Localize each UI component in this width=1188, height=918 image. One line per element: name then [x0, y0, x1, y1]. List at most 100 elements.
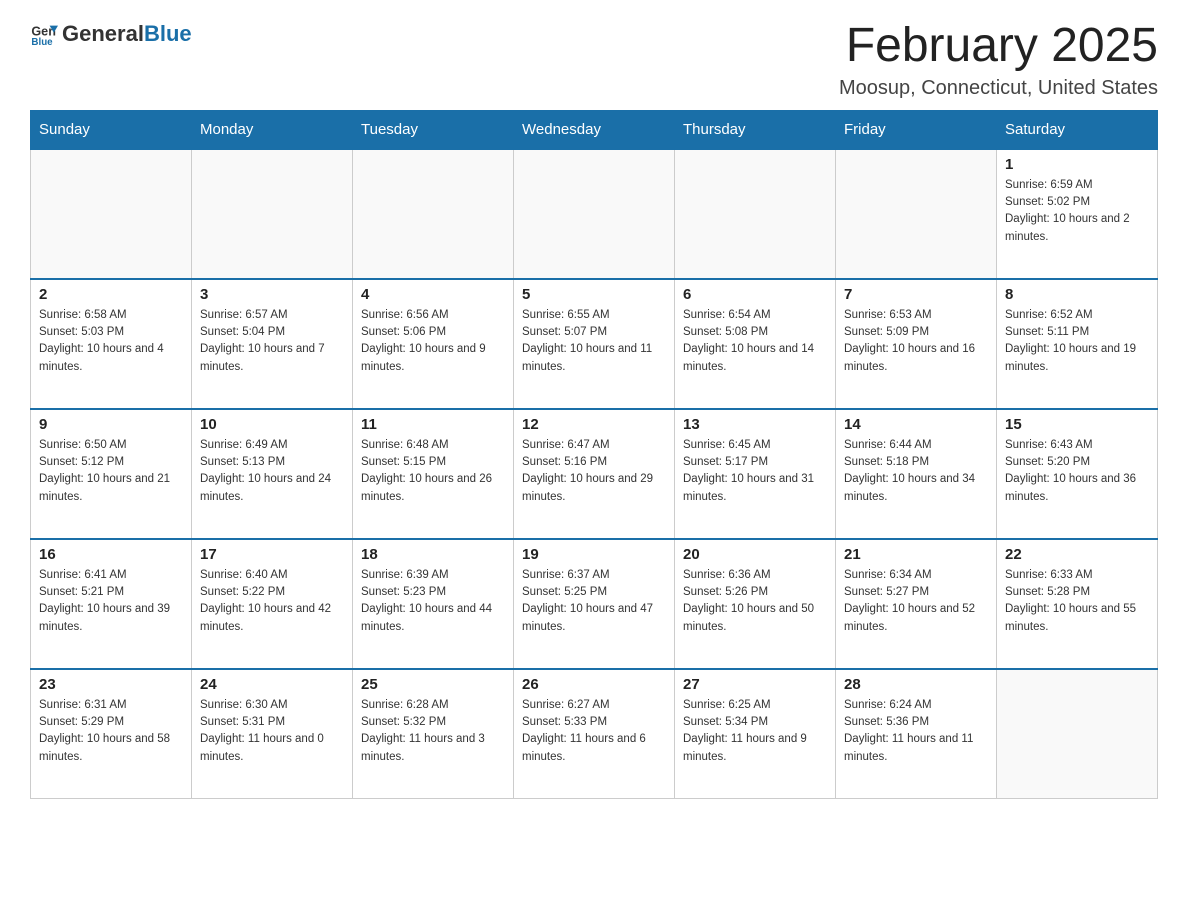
cell-4-3: 26 Sunrise: 6:27 AMSunset: 5:33 PMDayligh…: [514, 669, 675, 799]
week-row-2: 9 Sunrise: 6:50 AMSunset: 5:12 PMDaylight…: [31, 409, 1158, 539]
title-section: February 2025 Moosup, Connecticut, Unite…: [839, 20, 1158, 100]
cell-3-5: 21 Sunrise: 6:34 AMSunset: 5:27 PMDayligh…: [836, 539, 997, 669]
day-number: 27: [683, 676, 827, 693]
cell-2-5: 14Sunrise: 6:44 AMSunset: 5:18 PMDayligh…: [836, 409, 997, 539]
day-number: 10: [200, 416, 344, 433]
cell-0-1: [192, 149, 353, 279]
day-info: Sunrise: 6:56 AMSunset: 5:06 PMDaylight:…: [361, 307, 505, 376]
cell-2-2: 11Sunrise: 6:48 AMSunset: 5:15 PMDayligh…: [353, 409, 514, 539]
day-info: Sunrise: 6:44 AMSunset: 5:18 PMDaylight:…: [844, 437, 988, 506]
cell-3-6: 22 Sunrise: 6:33 AMSunset: 5:28 PMDayligh…: [997, 539, 1158, 669]
col-tuesday: Tuesday: [353, 110, 514, 149]
col-friday: Friday: [836, 110, 997, 149]
week-row-1: 2 Sunrise: 6:58 AMSunset: 5:03 PMDaylight…: [31, 279, 1158, 409]
col-sunday: Sunday: [31, 110, 192, 149]
day-number: 24: [200, 676, 344, 693]
day-number: 13: [683, 416, 827, 433]
day-number: 7: [844, 286, 988, 303]
day-number: 1: [1005, 156, 1149, 173]
day-info: Sunrise: 6:50 AMSunset: 5:12 PMDaylight:…: [39, 437, 183, 506]
day-info: Sunrise: 6:40 AMSunset: 5:22 PMDaylight:…: [200, 567, 344, 636]
day-number: 17: [200, 546, 344, 563]
day-info: Sunrise: 6:43 AMSunset: 5:20 PMDaylight:…: [1005, 437, 1149, 506]
day-info: Sunrise: 6:54 AMSunset: 5:08 PMDaylight:…: [683, 307, 827, 376]
day-number: 25: [361, 676, 505, 693]
cell-4-5: 28Sunrise: 6:24 AMSunset: 5:36 PMDayligh…: [836, 669, 997, 799]
day-number: 23: [39, 676, 183, 693]
day-number: 22: [1005, 546, 1149, 563]
cell-1-4: 6 Sunrise: 6:54 AMSunset: 5:08 PMDaylight…: [675, 279, 836, 409]
cell-4-0: 23 Sunrise: 6:31 AMSunset: 5:29 PMDayligh…: [31, 669, 192, 799]
day-info: Sunrise: 6:33 AMSunset: 5:28 PMDaylight:…: [1005, 567, 1149, 636]
cell-2-4: 13Sunrise: 6:45 AMSunset: 5:17 PMDayligh…: [675, 409, 836, 539]
cell-3-0: 16 Sunrise: 6:41 AMSunset: 5:21 PMDayligh…: [31, 539, 192, 669]
cell-1-3: 5 Sunrise: 6:55 AMSunset: 5:07 PMDaylight…: [514, 279, 675, 409]
cell-2-1: 10Sunrise: 6:49 AMSunset: 5:13 PMDayligh…: [192, 409, 353, 539]
day-info: Sunrise: 6:59 AMSunset: 5:02 PMDaylight:…: [1005, 177, 1149, 246]
day-number: 9: [39, 416, 183, 433]
col-monday: Monday: [192, 110, 353, 149]
day-info: Sunrise: 6:27 AMSunset: 5:33 PMDaylight:…: [522, 697, 666, 766]
week-row-4: 23 Sunrise: 6:31 AMSunset: 5:29 PMDayligh…: [31, 669, 1158, 799]
day-number: 15: [1005, 416, 1149, 433]
svg-text:Blue: Blue: [31, 37, 53, 48]
cell-0-0: [31, 149, 192, 279]
cell-4-1: 24 Sunrise: 6:30 AMSunset: 5:31 PMDayligh…: [192, 669, 353, 799]
day-number: 4: [361, 286, 505, 303]
calendar-table: Sunday Monday Tuesday Wednesday Thursday…: [30, 110, 1158, 800]
cell-3-4: 20Sunrise: 6:36 AMSunset: 5:26 PMDayligh…: [675, 539, 836, 669]
week-row-0: 1 Sunrise: 6:59 AMSunset: 5:02 PMDaylight…: [31, 149, 1158, 279]
day-info: Sunrise: 6:48 AMSunset: 5:15 PMDaylight:…: [361, 437, 505, 506]
month-title: February 2025: [839, 20, 1158, 73]
day-number: 3: [200, 286, 344, 303]
location: Moosup, Connecticut, United States: [839, 77, 1158, 100]
cell-1-1: 3 Sunrise: 6:57 AMSunset: 5:04 PMDaylight…: [192, 279, 353, 409]
col-thursday: Thursday: [675, 110, 836, 149]
cell-0-6: 1 Sunrise: 6:59 AMSunset: 5:02 PMDaylight…: [997, 149, 1158, 279]
cell-1-6: 8 Sunrise: 6:52 AMSunset: 5:11 PMDaylight…: [997, 279, 1158, 409]
day-number: 6: [683, 286, 827, 303]
day-info: Sunrise: 6:57 AMSunset: 5:04 PMDaylight:…: [200, 307, 344, 376]
day-info: Sunrise: 6:36 AMSunset: 5:26 PMDaylight:…: [683, 567, 827, 636]
day-info: Sunrise: 6:55 AMSunset: 5:07 PMDaylight:…: [522, 307, 666, 376]
cell-0-2: [353, 149, 514, 279]
day-number: 2: [39, 286, 183, 303]
day-number: 16: [39, 546, 183, 563]
day-number: 21: [844, 546, 988, 563]
day-info: Sunrise: 6:30 AMSunset: 5:31 PMDaylight:…: [200, 697, 344, 766]
cell-3-1: 17 Sunrise: 6:40 AMSunset: 5:22 PMDayligh…: [192, 539, 353, 669]
cell-0-4: [675, 149, 836, 279]
week-row-3: 16 Sunrise: 6:41 AMSunset: 5:21 PMDayligh…: [31, 539, 1158, 669]
col-saturday: Saturday: [997, 110, 1158, 149]
logo: Gen Blue GeneralBlue: [30, 20, 192, 48]
cell-0-3: [514, 149, 675, 279]
day-info: Sunrise: 6:37 AMSunset: 5:25 PMDaylight:…: [522, 567, 666, 636]
day-info: Sunrise: 6:31 AMSunset: 5:29 PMDaylight:…: [39, 697, 183, 766]
day-number: 8: [1005, 286, 1149, 303]
calendar-header-row: Sunday Monday Tuesday Wednesday Thursday…: [31, 110, 1158, 149]
day-info: Sunrise: 6:41 AMSunset: 5:21 PMDaylight:…: [39, 567, 183, 636]
logo-general: General: [62, 21, 144, 46]
page-header: Gen Blue GeneralBlue February 2025 Moosu…: [30, 20, 1158, 100]
cell-1-0: 2 Sunrise: 6:58 AMSunset: 5:03 PMDaylight…: [31, 279, 192, 409]
day-number: 5: [522, 286, 666, 303]
day-info: Sunrise: 6:52 AMSunset: 5:11 PMDaylight:…: [1005, 307, 1149, 376]
day-info: Sunrise: 6:25 AMSunset: 5:34 PMDaylight:…: [683, 697, 827, 766]
cell-2-3: 12Sunrise: 6:47 AMSunset: 5:16 PMDayligh…: [514, 409, 675, 539]
cell-4-4: 27 Sunrise: 6:25 AMSunset: 5:34 PMDayligh…: [675, 669, 836, 799]
day-info: Sunrise: 6:58 AMSunset: 5:03 PMDaylight:…: [39, 307, 183, 376]
cell-4-6: [997, 669, 1158, 799]
cell-4-2: 25 Sunrise: 6:28 AMSunset: 5:32 PMDayligh…: [353, 669, 514, 799]
day-number: 19: [522, 546, 666, 563]
cell-2-6: 15 Sunrise: 6:43 AMSunset: 5:20 PMDayligh…: [997, 409, 1158, 539]
day-info: Sunrise: 6:28 AMSunset: 5:32 PMDaylight:…: [361, 697, 505, 766]
day-info: Sunrise: 6:47 AMSunset: 5:16 PMDaylight:…: [522, 437, 666, 506]
day-info: Sunrise: 6:34 AMSunset: 5:27 PMDaylight:…: [844, 567, 988, 636]
day-info: Sunrise: 6:24 AMSunset: 5:36 PMDaylight:…: [844, 697, 988, 766]
cell-3-2: 18 Sunrise: 6:39 AMSunset: 5:23 PMDayligh…: [353, 539, 514, 669]
cell-1-5: 7Sunrise: 6:53 AMSunset: 5:09 PMDaylight…: [836, 279, 997, 409]
day-info: Sunrise: 6:39 AMSunset: 5:23 PMDaylight:…: [361, 567, 505, 636]
cell-2-0: 9 Sunrise: 6:50 AMSunset: 5:12 PMDaylight…: [31, 409, 192, 539]
day-number: 18: [361, 546, 505, 563]
day-number: 26: [522, 676, 666, 693]
